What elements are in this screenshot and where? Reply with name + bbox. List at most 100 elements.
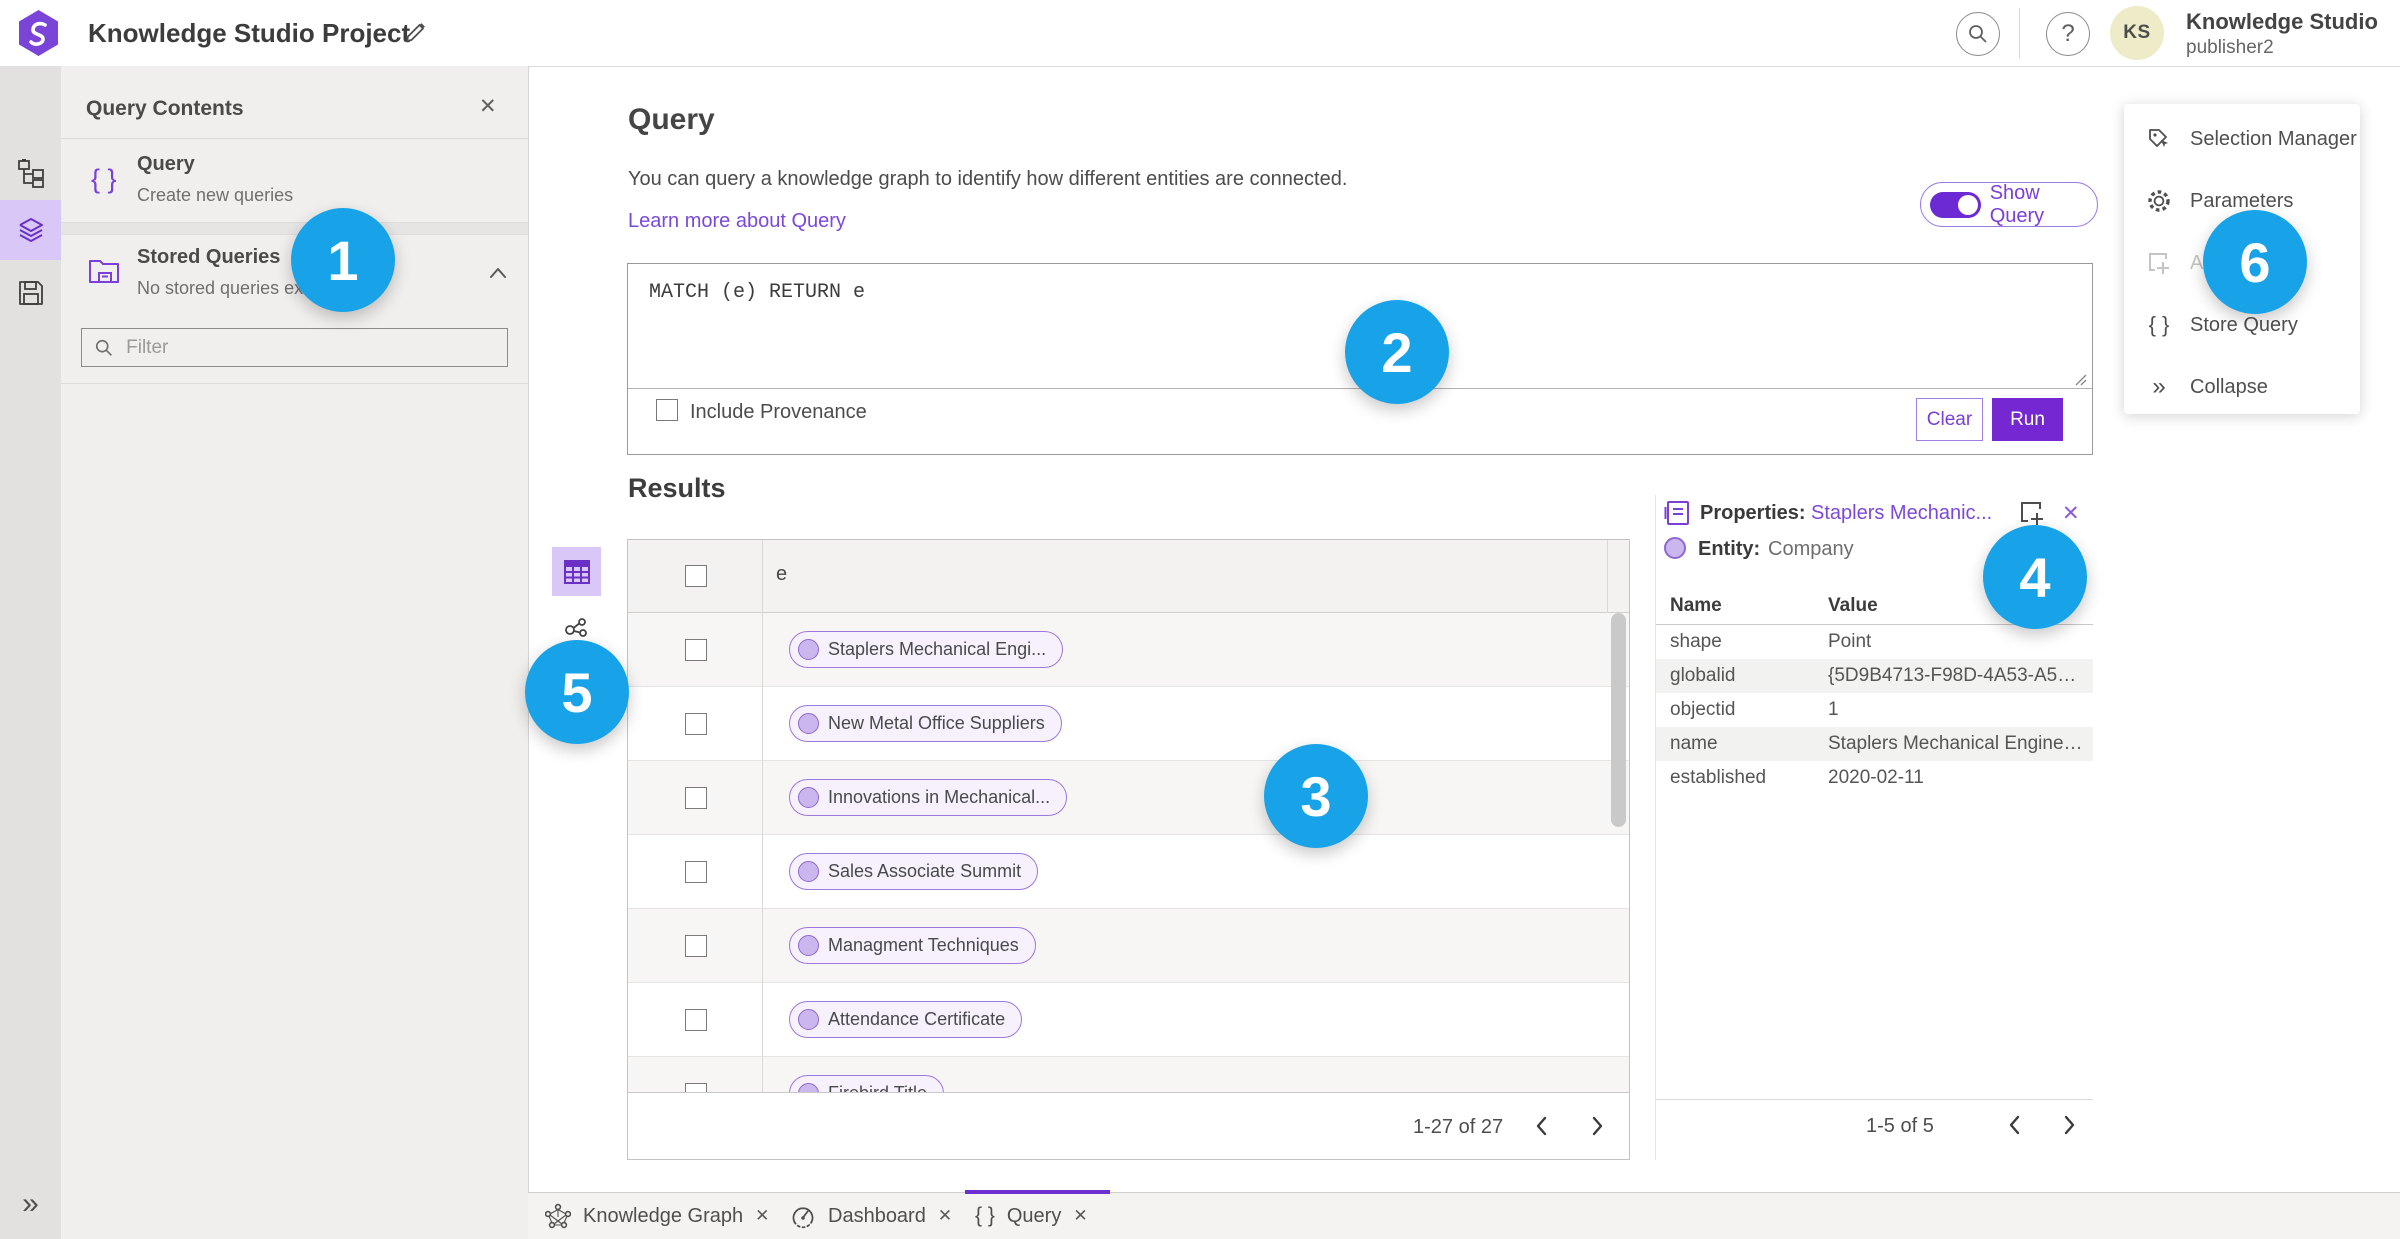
- entity-chip[interactable]: New Metal Office Suppliers: [789, 705, 1062, 742]
- rail-item-save[interactable]: [0, 263, 61, 323]
- query-code-input[interactable]: MATCH (e) RETURN e: [649, 281, 865, 304]
- bottom-tab-bar: Knowledge Graph ✕ Dashboard ✕ { } Query …: [528, 1190, 2400, 1239]
- table-row[interactable]: Staplers Mechanical Engi...: [628, 613, 1629, 687]
- knowledge-studio-app: Knowledge Studio Project ? KS Knowledge …: [0, 0, 2400, 1239]
- collapse-icon: »: [2152, 373, 2166, 400]
- results-table: e Staplers Mechanical Engi... New Metal …: [627, 539, 1630, 1160]
- properties-next-page-icon[interactable]: [2058, 1112, 2080, 1138]
- clear-button[interactable]: Clear: [1916, 398, 1983, 441]
- results-prev-page-icon[interactable]: [1531, 1113, 1553, 1139]
- table-view-button[interactable]: [552, 547, 601, 596]
- row-checkbox[interactable]: [685, 712, 707, 735]
- avatar[interactable]: KS: [2110, 6, 2164, 60]
- show-query-toggle[interactable]: Show Query: [1920, 182, 2098, 227]
- rail-expand-button[interactable]: »: [0, 1174, 61, 1234]
- property-row: objectid 1: [1670, 699, 1839, 720]
- panel-close-icon[interactable]: ✕: [479, 94, 497, 119]
- entity-chip[interactable]: Managment Techniques: [789, 927, 1036, 964]
- table-row[interactable]: Firebird Title: [628, 1057, 1629, 1092]
- braces-icon: { }: [2148, 312, 2170, 337]
- results-pagination: 1-27 of 27: [1413, 1116, 1504, 1138]
- prop-col-name: Name: [1670, 595, 1722, 616]
- knowledge-graph-icon: [545, 1203, 571, 1229]
- properties-prev-page-icon[interactable]: [2004, 1112, 2026, 1138]
- edit-title-icon[interactable]: [402, 20, 428, 46]
- search-icon: [1969, 25, 1987, 43]
- results-scrollbar[interactable]: [1611, 613, 1626, 827]
- entity-label: Entity:: [1698, 538, 1761, 560]
- header-divider: [2019, 8, 2020, 58]
- table-row[interactable]: Managment Techniques: [628, 909, 1629, 983]
- tab-knowledge-graph[interactable]: Knowledge Graph ✕: [545, 1193, 769, 1239]
- filter-field[interactable]: [81, 328, 508, 367]
- entity-chip[interactable]: Staplers Mechanical Engi...: [789, 631, 1064, 668]
- search-button[interactable]: [1956, 12, 2000, 56]
- left-icon-rail: »: [0, 66, 61, 1239]
- chevron-up-icon[interactable]: [487, 265, 509, 281]
- table-row[interactable]: Attendance Certificate: [628, 983, 1629, 1057]
- entity-dot-icon: [798, 1009, 819, 1030]
- row-checkbox[interactable]: [685, 1082, 707, 1092]
- properties-label: Properties:: [1700, 502, 1806, 524]
- table-row[interactable]: Sales Associate Summit: [628, 835, 1629, 909]
- entity-chip[interactable]: Firebird Title: [789, 1075, 945, 1092]
- learn-more-link[interactable]: Learn more about Query: [628, 210, 846, 233]
- results-table-header: e: [628, 540, 1629, 613]
- properties-rows: shape Point globalid {5D9B4713-F98D-4A53…: [1656, 625, 2093, 795]
- add-icon: [2146, 250, 2172, 276]
- entity-chip[interactable]: Innovations in Mechanical...: [789, 779, 1068, 816]
- rail-item-contents[interactable]: [0, 200, 61, 260]
- column-header-e[interactable]: e: [776, 563, 787, 586]
- tab-close-icon[interactable]: ✕: [938, 1206, 952, 1226]
- expand-icon: »: [22, 1187, 39, 1220]
- row-checkbox[interactable]: [685, 638, 707, 661]
- run-button[interactable]: Run: [1992, 398, 2063, 441]
- help-button[interactable]: ?: [2046, 12, 2090, 56]
- add-to-new-icon[interactable]: [2018, 499, 2046, 527]
- menu-item-selection-manager[interactable]: Selection Manager: [2124, 108, 2360, 170]
- entity-dot-icon: [798, 861, 819, 882]
- braces-icon: { }: [975, 1204, 995, 1227]
- menu-item-collapse[interactable]: » Collapse: [2124, 356, 2360, 418]
- sidebar-item-query[interactable]: { } Query Create new queries: [61, 138, 528, 222]
- page-title: Knowledge Studio Project: [88, 18, 411, 48]
- table-row[interactable]: Innovations in Mechanical...: [628, 761, 1629, 835]
- results-next-page-icon[interactable]: [1586, 1113, 1608, 1139]
- row-checkbox[interactable]: [685, 860, 707, 883]
- row-checkbox[interactable]: [685, 1008, 707, 1031]
- schema-icon: [17, 159, 44, 188]
- entity-dot-icon: [798, 639, 819, 660]
- app-logo-icon[interactable]: [16, 9, 61, 57]
- entity-dot-icon: [798, 935, 819, 956]
- link-chart-icon: [565, 618, 587, 637]
- tab-close-icon[interactable]: ✕: [1073, 1206, 1087, 1226]
- toggle-switch-on[interactable]: [1930, 191, 1981, 218]
- filter-input[interactable]: [124, 335, 495, 360]
- select-all-checkbox[interactable]: [685, 565, 707, 587]
- property-row: name Staplers Mechanical Engineering: [1656, 727, 2093, 761]
- row-checkbox[interactable]: [685, 934, 707, 957]
- tab-close-icon[interactable]: ✕: [755, 1206, 769, 1226]
- table-row[interactable]: New Metal Office Suppliers: [628, 687, 1629, 761]
- entity-chip[interactable]: Sales Associate Summit: [789, 853, 1039, 890]
- selection-manager-icon: [2146, 126, 2172, 152]
- tab-query[interactable]: { } Query ✕: [975, 1193, 1088, 1239]
- panel-title: Query Contents: [86, 97, 244, 120]
- include-provenance-checkbox[interactable]: [656, 399, 678, 421]
- entity-chip[interactable]: Attendance Certificate: [789, 1001, 1023, 1038]
- resize-handle[interactable]: [2073, 372, 2087, 386]
- entity-dot-icon: [798, 787, 819, 808]
- rail-item-schema[interactable]: [0, 143, 61, 203]
- properties-close-icon[interactable]: ✕: [2062, 501, 2080, 526]
- annotation-badge-4: 4: [1983, 525, 2087, 629]
- results-heading: Results: [628, 473, 726, 503]
- row-checkbox[interactable]: [685, 786, 707, 809]
- property-row: established 2020-02-11: [1670, 767, 1924, 788]
- properties-pagination: 1-5 of 5: [1866, 1115, 1934, 1137]
- entity-dot-icon: [798, 713, 819, 734]
- save-icon: [18, 281, 43, 305]
- toggle-knob: [1957, 194, 1978, 215]
- properties-entity-link[interactable]: Staplers Mechanic...: [1811, 502, 1992, 525]
- tab-dashboard[interactable]: Dashboard ✕: [790, 1193, 952, 1239]
- parameters-gear-icon: [2146, 188, 2172, 214]
